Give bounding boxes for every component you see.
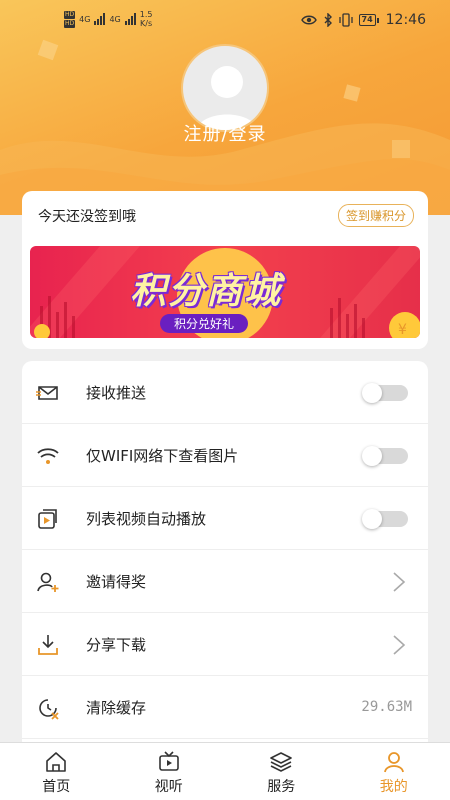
settings-row-label: 清除缓存 [86, 699, 147, 717]
cache-size-value: 29.63M [361, 699, 412, 715]
toggle-knob [362, 446, 382, 466]
settings-row-label: 仅WIFI网络下查看图片 [86, 447, 239, 465]
chevron-right-icon [393, 572, 406, 592]
svg-text:¥: ¥ [398, 322, 407, 338]
points-mall-banner[interactable]: ¥ 积分商城 积分兑好礼 [30, 246, 420, 338]
network-speed-value: 1.5 [139, 10, 153, 19]
hd-label-1: HD [64, 10, 76, 19]
signal-icon-2 [124, 13, 136, 25]
tab-home[interactable]: 首页 [0, 743, 113, 800]
bottom-tab-bar: 首页 视听 服务 我的 [0, 742, 450, 800]
tab-label: 服务 [267, 779, 296, 795]
settings-row-label: 邀请得奖 [86, 573, 147, 591]
settings-row-push[interactable]: 接收推送 [22, 361, 428, 424]
settings-row-autoplay[interactable]: 列表视频自动播放 [22, 487, 428, 550]
add-user-icon [37, 572, 59, 592]
home-icon [46, 752, 67, 772]
checkin-status-text: 今天还没签到哦 [38, 209, 136, 225]
banner-subtitle: 积分兑好礼 [160, 314, 249, 333]
settings-row-wifi-images[interactable]: 仅WIFI网络下查看图片 [22, 424, 428, 487]
download-icon [38, 635, 58, 655]
status-bar: HD HD 4G 4G 1.5 K/s 74 12:46 [0, 0, 450, 40]
chevron-right-icon [393, 635, 406, 655]
vibrate-icon [338, 13, 353, 27]
settings-row-clear-cache[interactable]: 清除缓存 29.63M [22, 676, 428, 739]
hd-indicator: HD HD [64, 10, 76, 28]
video-play-icon [38, 509, 57, 529]
status-bar-left: HD HD 4G 4G 1.5 K/s [64, 10, 152, 28]
settings-row-invite[interactable]: 邀请得奖 [22, 550, 428, 613]
tab-services[interactable]: 服务 [225, 743, 338, 800]
tab-label: 首页 [42, 779, 71, 795]
hd-label-2: HD [64, 19, 76, 28]
checkin-earn-points-button[interactable]: 签到赚积分 [337, 204, 414, 227]
tab-label: 视听 [154, 779, 183, 795]
tab-label: 我的 [379, 779, 408, 795]
tv-icon [158, 751, 179, 771]
settings-list: 接收推送 仅WIFI网络下查看图片 列表视频自动播放 邀请得奖 分享下载 清除缓… [22, 361, 428, 751]
checkin-card: 今天还没签到哦 签到赚积分 ¥ 积分商城 积分兑好礼 [22, 191, 428, 349]
network-speed: 1.5 K/s [140, 10, 153, 28]
toggle-knob [362, 383, 382, 403]
settings-row-label: 列表视频自动播放 [86, 510, 207, 528]
eye-icon [300, 15, 317, 25]
banner-title: 积分商城 [130, 271, 283, 312]
layers-icon [270, 752, 293, 772]
network-speed-unit: K/s [140, 19, 153, 28]
tab-mine[interactable]: 我的 [338, 743, 450, 800]
user-icon [383, 752, 404, 773]
settings-row-label: 接收推送 [86, 384, 147, 402]
clock: 12:46 [385, 12, 426, 28]
autoplay-toggle[interactable] [362, 509, 408, 529]
clear-cache-icon [39, 699, 59, 720]
push-toggle[interactable] [362, 383, 408, 403]
login-register-link[interactable]: 注册/登录 [0, 120, 450, 146]
network-type-1: 4G [79, 14, 91, 24]
network-type-2: 4G [109, 14, 121, 24]
settings-row-share[interactable]: 分享下载 [22, 613, 428, 676]
tab-media[interactable]: 视听 [113, 743, 226, 800]
settings-row-label: 分享下载 [86, 636, 147, 654]
status-bar-right: 74 12:46 [300, 12, 426, 28]
avatar[interactable] [181, 44, 269, 132]
wifi-icon [37, 448, 59, 464]
signal-icon [94, 13, 106, 25]
toggle-knob [362, 509, 382, 529]
envelope-icon [36, 386, 58, 400]
battery-icon: 74 [358, 14, 379, 26]
bluetooth-icon [324, 13, 332, 27]
wifi-images-toggle[interactable] [362, 446, 408, 466]
